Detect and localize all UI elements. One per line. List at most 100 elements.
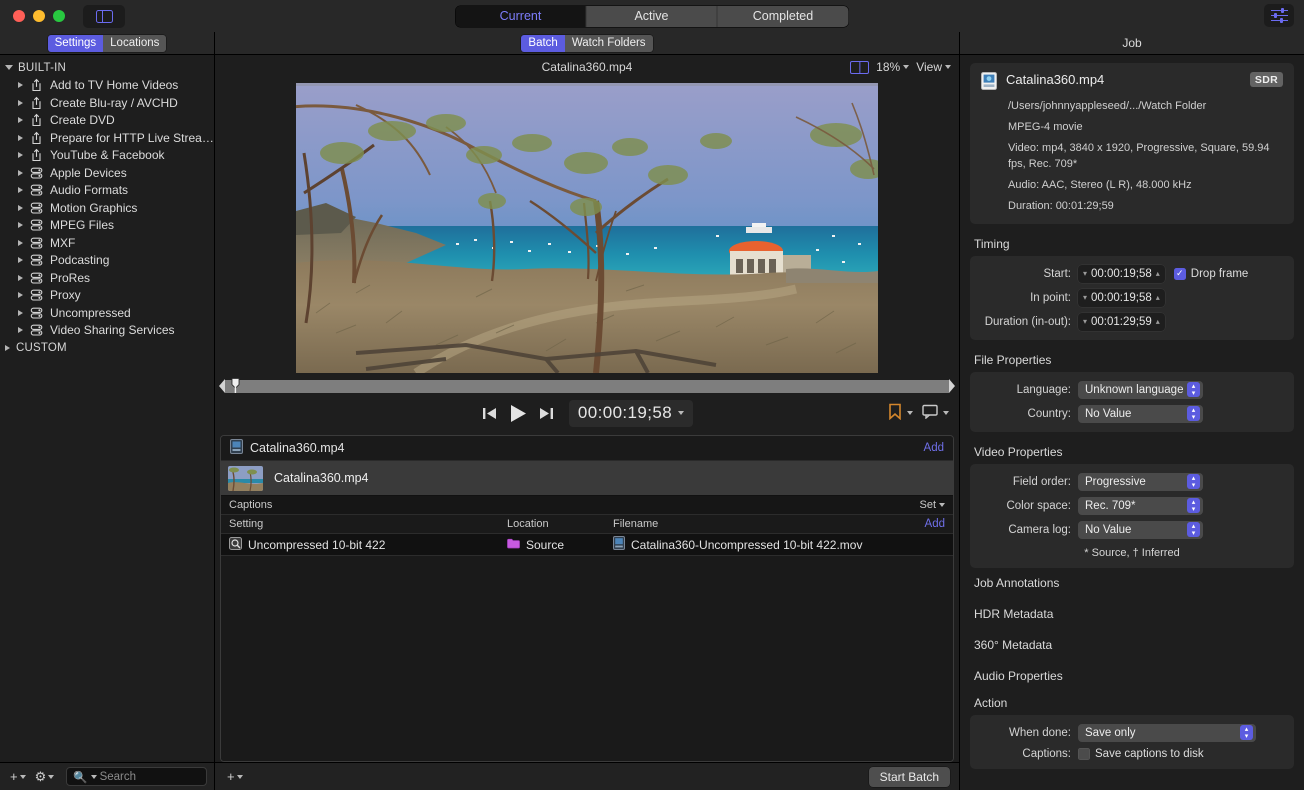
bookmark-icon[interactable] [888,403,902,423]
sidebar-item-mpeg-files[interactable]: MPEG Files [0,217,214,235]
action-section-title[interactable]: Action [974,696,1294,710]
tab-batch[interactable]: Batch [521,34,565,52]
duration-timecode-field[interactable]: ▾ 00:01:29;59 ▴ [1078,312,1165,331]
outputs-add-button[interactable]: Add [925,518,945,530]
source-name: Catalina360.mp4 [274,471,369,485]
sidebar-item-add-to-tv-home-videos[interactable]: Add to TV Home Videos [0,77,214,95]
disclosure-icon[interactable] [18,309,23,316]
tab-locations[interactable]: Locations [103,34,167,52]
job-add-button[interactable]: Add [924,442,944,454]
file-properties-section-title[interactable]: File Properties [974,353,1294,367]
timing-section-title[interactable]: Timing [974,237,1294,251]
save-captions-checkbox[interactable] [1078,747,1090,760]
sidebar-item-youtube-facebook[interactable]: YouTube & Facebook [0,147,214,165]
file-metadata: /Users/johnnyappleseed/.../Watch Folder … [981,99,1283,215]
disclosure-icon[interactable] [18,292,23,299]
tab-settings[interactable]: Settings [47,34,104,52]
when-done-select[interactable]: Save only ▴ ▾ [1078,723,1256,742]
group-custom[interactable]: CUSTOM [0,339,214,357]
source-row[interactable]: Catalina360.mp4 [221,460,953,496]
captions-set-menu[interactable]: Set [919,499,945,511]
table-row[interactable]: Uncompressed 10-bit 422 Source Catalina3… [221,534,953,556]
drop-frame-checkbox-row[interactable]: ✓ Drop frame [1173,267,1248,280]
disclosure-icon[interactable] [5,344,10,351]
search-input[interactable]: 🔍 Search [66,767,207,786]
stepper-arrows-icon: ▴ ▾ [1187,406,1200,422]
sidebar-item-apple-devices[interactable]: Apple Devices [0,164,214,182]
play-icon[interactable] [509,404,527,423]
share-icon [29,96,44,110]
disclosure-icon[interactable] [18,274,23,281]
split-view-icon[interactable] [850,60,870,74]
close-window-button[interactable] [13,10,25,22]
disclosure-icon[interactable] [18,82,23,89]
caption-icon[interactable] [922,404,938,422]
sidebar-item-podcasting[interactable]: Podcasting [0,252,214,270]
tab-watch-folders[interactable]: Watch Folders [564,34,653,52]
sidebar-item-label: Uncompressed [50,305,131,320]
chevron-down-icon[interactable] [943,411,949,415]
color-space-select[interactable]: Rec. 709* ▴ ▾ [1078,496,1203,515]
disclosure-icon[interactable] [18,152,23,159]
sidebar-item-audio-formats[interactable]: Audio Formats [0,182,214,200]
section-job-annotations[interactable]: Job Annotations [974,568,1294,599]
start-timecode-field[interactable]: ▾ 00:00:19;58 ▴ [1078,264,1165,283]
sidebar-item-motion-graphics[interactable]: Motion Graphics [0,199,214,217]
file-duration: Duration: 00:01:29;59 [1008,199,1114,212]
disclosure-icon[interactable] [18,257,23,264]
skip-to-end-icon[interactable] [538,406,555,421]
sidebar-item-prores[interactable]: ProRes [0,269,214,287]
video-properties-section-title[interactable]: Video Properties [974,445,1294,459]
in-point-timecode-field[interactable]: ▾ 00:00:19;58 ▴ [1078,288,1165,307]
settings-sidebar: Settings Locations BUILT-IN Add to TV Ho… [0,32,215,790]
settings-action-button[interactable]: ⚙ [32,767,58,787]
scrubber-track[interactable] [225,377,949,393]
section-audio-properties[interactable]: Audio Properties [974,661,1294,692]
sidebar-item-create-dvd[interactable]: Create DVD [0,112,214,130]
section-hdr-metadata[interactable]: HDR Metadata [974,599,1294,630]
country-select[interactable]: No Value ▴ ▾ [1078,404,1203,423]
drop-frame-checkbox[interactable]: ✓ [1173,267,1186,280]
disclosure-icon[interactable] [18,327,23,334]
timecode-field[interactable]: 00:00:19;58 [568,399,694,427]
when-done-label: When done: [1008,726,1071,739]
sidebar-item-mxf[interactable]: MXF [0,234,214,252]
sidebar-item-uncompressed[interactable]: Uncompressed [0,304,214,322]
section-360-metadata[interactable]: 360° Metadata [974,630,1294,661]
sidebar-item-proxy[interactable]: Proxy [0,287,214,305]
sidebar-item-video-sharing-services[interactable]: Video Sharing Services [0,322,214,340]
preview-scrubber[interactable] [215,377,959,395]
disclosure-icon[interactable] [18,117,23,124]
batch-status-segmented-control[interactable]: Current Active Completed [455,5,849,27]
disclosure-icon[interactable] [18,169,23,176]
disclosure-open-icon[interactable] [5,65,13,71]
disclosure-icon[interactable] [18,134,23,141]
zoom-window-button[interactable] [53,10,65,22]
field-order-select[interactable]: Progressive ▴ ▾ [1078,472,1203,491]
tab-completed[interactable]: Completed [717,5,849,27]
sidebar-item-prepare-for-http-live-streaming[interactable]: Prepare for HTTP Live Strea… [0,129,214,147]
save-captions-checkbox-row[interactable]: Save captions to disk [1078,747,1204,760]
toggle-inspector-button[interactable] [1264,4,1294,27]
disclosure-icon[interactable] [18,222,23,229]
add-setting-button[interactable]: + [7,767,29,786]
disclosure-icon[interactable] [18,204,23,211]
language-select[interactable]: Unknown language ▴ ▾ [1078,380,1203,399]
disclosure-icon[interactable] [18,239,23,246]
view-menu[interactable]: View [916,60,951,74]
camera-log-select[interactable]: No Value ▴ ▾ [1078,520,1203,539]
add-job-button[interactable]: + [224,767,246,786]
tab-current[interactable]: Current [455,5,587,27]
minimize-window-button[interactable] [33,10,45,22]
zoom-level-menu[interactable]: 18% [876,60,910,74]
skip-to-start-icon[interactable] [481,406,498,421]
disclosure-icon[interactable] [18,187,23,194]
sidebar-item-create-blu-ray-avchd[interactable]: Create Blu-ray / AVCHD [0,94,214,112]
tab-active[interactable]: Active [586,5,718,27]
preview-image[interactable] [296,83,878,373]
toggle-sidebar-button[interactable] [83,4,125,28]
disclosure-icon[interactable] [18,99,23,106]
group-built-in[interactable]: BUILT-IN [0,59,214,77]
chevron-down-icon[interactable] [907,411,913,415]
start-batch-button[interactable]: Start Batch [868,766,950,787]
